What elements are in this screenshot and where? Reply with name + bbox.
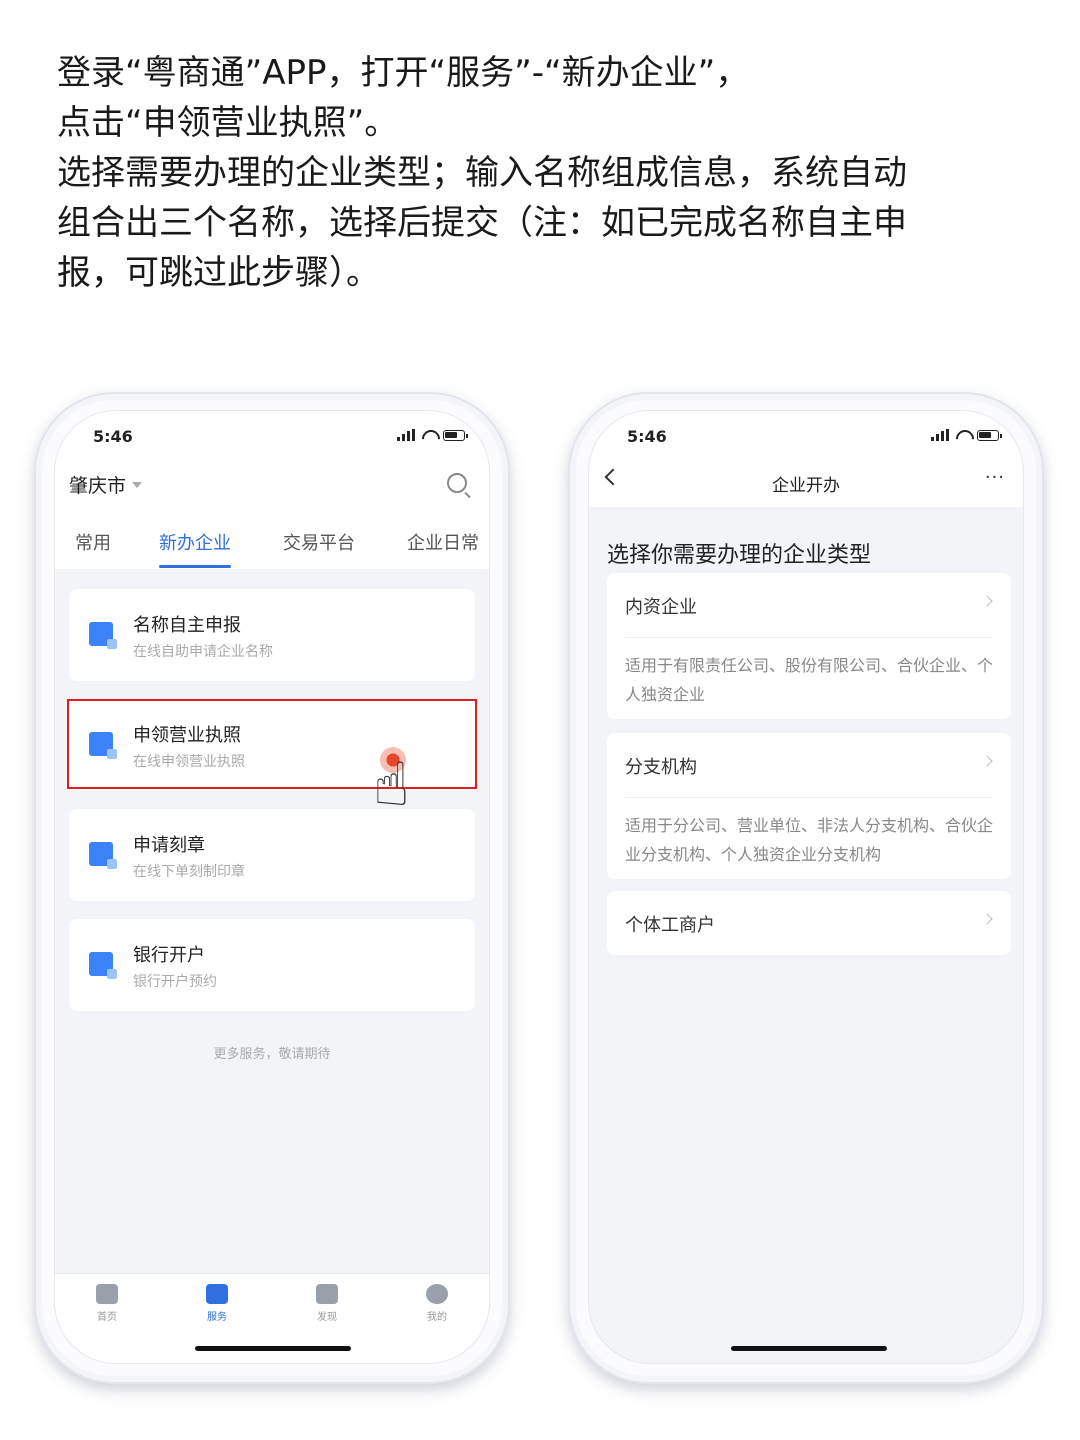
battery-icon <box>977 429 1002 441</box>
tab-trading-platform[interactable]: 交易平台 <box>283 529 355 555</box>
user-icon <box>426 1284 448 1304</box>
bookmark-icon <box>206 1284 228 1304</box>
instruction-line: 选择需要办理的企业类型；输入名称组成信息，系统自动 <box>57 153 907 193</box>
category-tabs: 常用 新办企业 交易平台 企业日常 <box>55 529 489 569</box>
option-title: 内资企业 <box>625 597 697 618</box>
instruction-line: 登录“粤商通”APP，打开“服务”-“新办企业”， <box>57 53 750 93</box>
tab-new-enterprise[interactable]: 新办企业 <box>159 529 231 568</box>
signal-icon <box>397 429 415 441</box>
status-time: 5:46 <box>93 427 133 446</box>
navigation-bar: 企业开办 ··· <box>589 459 1023 507</box>
bank-card-icon <box>89 952 117 979</box>
card-subtitle: 在线下单刻制印章 <box>133 864 245 880</box>
option-individual-business[interactable]: 个体工商户 <box>607 891 1011 955</box>
page-title: 企业开办 <box>772 476 840 496</box>
option-branch-office[interactable]: 分支机构 适用于分公司、营业单位、非法人分支机构、合伙企业分支机构、个人独资企业… <box>607 733 1011 879</box>
card-title: 申请刻章 <box>133 835 205 856</box>
instructions-text: 登录“粤商通”APP，打开“服务”-“新办企业”， 点击“申领营业执照”。 选择… <box>57 48 1017 298</box>
phone-screen: 5:46 肇庆市 常用 新办企业 交易平台 企业日常 名称自主申报 在线自助申请… <box>54 410 490 1364</box>
more-icon[interactable]: ··· <box>985 467 1005 488</box>
option-description: 适用于分公司、营业单位、非法人分支机构、合伙企业分支机构、个人独资企业分支机构 <box>625 816 994 864</box>
tab-common[interactable]: 常用 <box>75 529 111 555</box>
chevron-right-icon <box>981 595 993 607</box>
divider <box>625 797 993 798</box>
tabbar-label: 我的 <box>427 1312 447 1323</box>
wifi-icon <box>421 429 437 441</box>
search-icon[interactable] <box>447 473 467 493</box>
document-icon <box>89 622 117 649</box>
signal-icon <box>931 429 949 441</box>
instruction-line: 报，可跳过此步骤）。 <box>57 253 380 293</box>
divider <box>625 637 993 638</box>
option-title: 个体工商户 <box>625 915 715 936</box>
chevron-down-icon <box>132 481 143 488</box>
service-card-seal[interactable]: 申请刻章 在线下单刻制印章 <box>69 809 475 901</box>
tab-enterprise-daily[interactable]: 企业日常 <box>407 529 479 555</box>
option-description: 适用于有限责任公司、股份有限公司、合伙企业、个人独资企业 <box>625 656 994 704</box>
city-selector[interactable]: 肇庆市 <box>69 471 143 498</box>
battery-icon <box>443 429 468 441</box>
tabbar-label: 发现 <box>317 1312 337 1323</box>
city-label: 肇庆市 <box>69 475 127 497</box>
wifi-icon <box>955 429 971 441</box>
highlight-box <box>67 699 477 789</box>
document-list-icon <box>316 1284 338 1304</box>
card-subtitle: 银行开户预约 <box>133 974 217 990</box>
section-heading: 选择你需要办理的企业类型 <box>607 543 872 568</box>
instruction-line: 组合出三个名称，选择后提交（注：如已完成名称自主申 <box>57 203 907 243</box>
chevron-right-icon <box>981 755 993 767</box>
pointing-hand-icon: ☝ <box>373 750 410 820</box>
status-time: 5:46 <box>627 427 667 446</box>
home-icon <box>96 1284 118 1304</box>
option-title: 分支机构 <box>625 757 697 778</box>
phone-screen: 5:46 企业开办 ··· 选择你需要办理的企业类型 内资企业 适用于有限责任公… <box>588 410 1024 1364</box>
tabbar-discover[interactable]: 发现 <box>297 1284 357 1323</box>
tabbar-services[interactable]: 服务 <box>187 1284 247 1323</box>
instruction-line: 点击“申领营业执照”。 <box>57 103 399 143</box>
tabbar-label: 服务 <box>207 1312 227 1323</box>
service-card-name-declaration[interactable]: 名称自主申报 在线自助申请企业名称 <box>69 589 475 681</box>
tabbar-home[interactable]: 首页 <box>77 1284 137 1323</box>
card-subtitle: 在线自助申请企业名称 <box>133 644 273 660</box>
phone-mockup-enterprise-type: 5:46 企业开办 ··· 选择你需要办理的企业类型 内资企业 适用于有限责任公… <box>568 392 1044 1384</box>
chevron-right-icon <box>981 913 993 925</box>
tabbar-mine[interactable]: 我的 <box>407 1284 467 1323</box>
home-indicator <box>731 1346 887 1351</box>
option-domestic-enterprise[interactable]: 内资企业 适用于有限责任公司、股份有限公司、合伙企业、个人独资企业 <box>607 573 1011 719</box>
phone-mockup-services: 5:46 肇庆市 常用 新办企业 交易平台 企业日常 名称自主申报 在线自助申请… <box>34 392 510 1384</box>
more-services-note: 更多服务，敬请期待 <box>213 1047 331 1062</box>
card-title: 名称自主申报 <box>133 615 241 636</box>
home-indicator <box>195 1346 351 1351</box>
seal-icon <box>89 842 117 869</box>
card-title: 银行开户 <box>133 945 205 966</box>
tabbar-label: 首页 <box>97 1312 117 1323</box>
services-header: 肇庆市 常用 新办企业 交易平台 企业日常 <box>55 459 489 569</box>
status-bar: 5:46 <box>55 411 489 459</box>
status-bar: 5:46 <box>589 411 1023 459</box>
bottom-tab-bar: 首页 服务 发现 我的 <box>55 1273 489 1363</box>
service-card-bank-account[interactable]: 银行开户 银行开户预约 <box>69 919 475 1011</box>
